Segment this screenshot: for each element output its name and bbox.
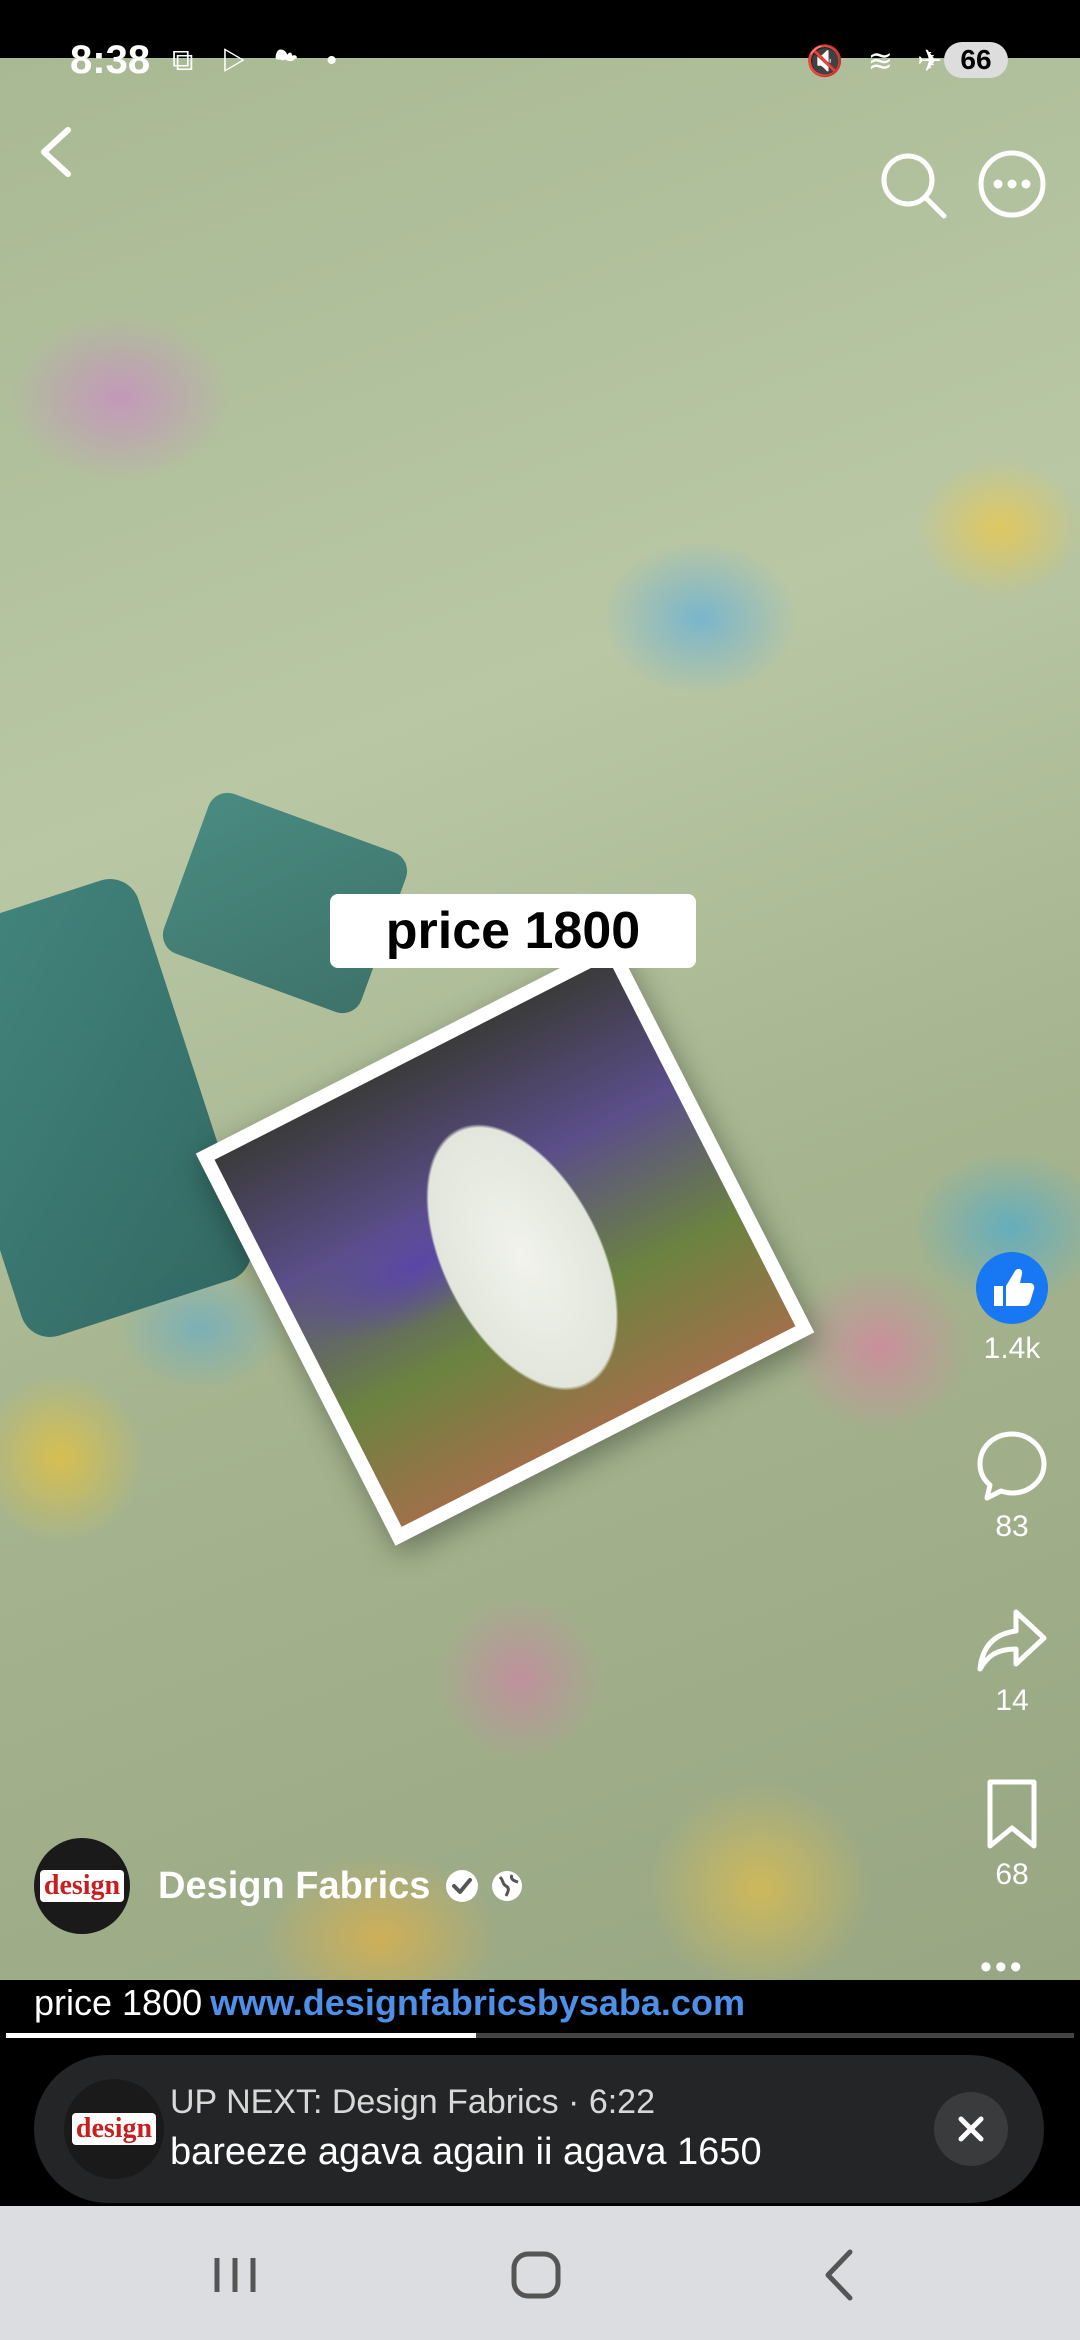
up-next-card[interactable]: design UP NEXT: Design Fabrics · 6:22 ba… xyxy=(34,2055,1044,2203)
close-icon xyxy=(958,2116,984,2142)
caption-text: price 1800 xyxy=(34,1982,203,2023)
back-icon xyxy=(825,2249,853,2301)
avatar-logo-text: design xyxy=(40,1870,124,1902)
author-avatar[interactable]: design xyxy=(34,1838,130,1934)
recent-apps-button[interactable] xyxy=(195,2240,275,2310)
status-time: 8:38 xyxy=(70,38,151,82)
up-next-avatar: design xyxy=(64,2079,164,2179)
home-icon xyxy=(511,2251,561,2299)
video-progress-fill xyxy=(6,2033,476,2038)
caption-link[interactable]: www.designfabricsbysaba.com xyxy=(210,1982,745,2023)
like-action[interactable]: 1.4k xyxy=(962,1250,1062,1366)
save-action[interactable]: 68 xyxy=(962,1776,1062,1892)
up-next-avatar-logo: design xyxy=(72,2113,156,2145)
more-options-button[interactable] xyxy=(976,148,1048,220)
up-next-title: UP NEXT: Design Fabrics · 6:22 xyxy=(170,2083,655,2121)
bookmark-icon xyxy=(987,1779,1037,1849)
price-overlay: price 1800 xyxy=(330,894,696,968)
more-horizontal-icon xyxy=(978,150,1046,218)
system-icons: 🔇 ≋ ✈ xyxy=(806,45,951,78)
battery-indicator: 66 xyxy=(944,42,1008,78)
share-action[interactable]: 14 xyxy=(962,1602,1062,1718)
author-row[interactable]: design Design Fabrics xyxy=(34,1838,524,1934)
video-player[interactable]: price 1800 xyxy=(0,58,1080,1980)
share-icon xyxy=(977,1609,1047,1672)
system-back-button[interactable] xyxy=(800,2240,880,2310)
search-icon xyxy=(881,153,947,219)
like-count: 1.4k xyxy=(983,1332,1041,1365)
system-navigation-bar xyxy=(0,2206,1080,2340)
globe-icon xyxy=(492,1871,523,1901)
share-count: 14 xyxy=(995,1684,1029,1717)
notification-icons: ⧉ ▷ ☁ • xyxy=(172,44,347,77)
verified-badge-icon xyxy=(446,1870,479,1902)
comment-icon xyxy=(977,1431,1047,1501)
author-name[interactable]: Design Fabrics xyxy=(158,1865,430,1908)
comment-action[interactable]: 83 xyxy=(962,1428,1062,1544)
caption[interactable]: price 1800 www.designfabricsbysaba.com xyxy=(34,1982,745,2024)
chevron-left-icon xyxy=(41,127,71,177)
video-progress-bar[interactable] xyxy=(6,2033,1074,2038)
catalogue-photo xyxy=(195,940,815,1546)
search-button[interactable] xyxy=(878,150,948,220)
save-count: 68 xyxy=(995,1858,1029,1891)
back-button[interactable] xyxy=(32,122,84,182)
recent-apps-icon xyxy=(214,2258,256,2292)
comment-count: 83 xyxy=(995,1510,1029,1543)
up-next-subtitle: bareeze agava again ii agava 1650 xyxy=(170,2131,762,2173)
home-button[interactable] xyxy=(496,2240,576,2310)
like-icon xyxy=(976,1252,1048,1324)
up-next-close-button[interactable] xyxy=(934,2092,1008,2166)
